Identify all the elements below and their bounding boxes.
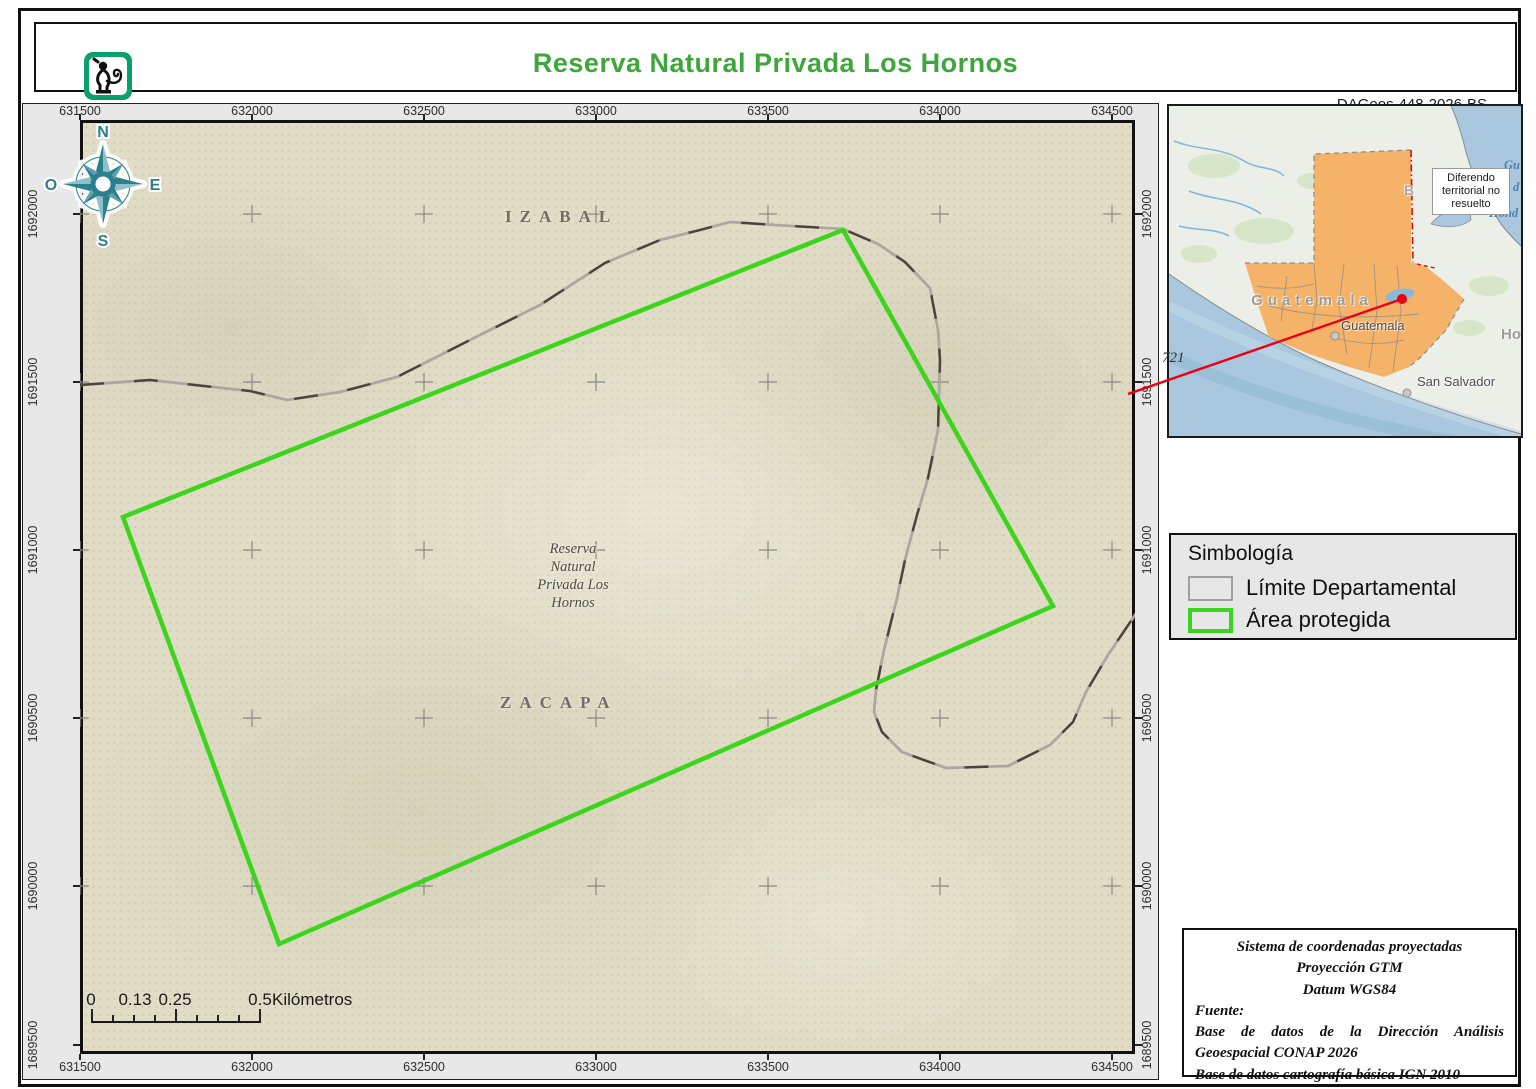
grid-label-left: 1690000: [26, 841, 40, 931]
compass-south-label: S: [98, 233, 109, 250]
grid-label-bottom: 634000: [895, 1060, 985, 1074]
protected-area-swatch: [1188, 608, 1233, 633]
scale-bar-tick: [196, 1015, 198, 1021]
grid-tick: [595, 114, 597, 120]
grid-tick: [767, 114, 769, 120]
grid-tick: [1135, 549, 1142, 551]
scale-bar-tick: [112, 1015, 114, 1021]
scale-bar-tick: [175, 1009, 177, 1021]
grid-label-left: 1690500: [26, 673, 40, 763]
scale-bar: [91, 1021, 261, 1023]
source-line-2: Base de datos cartografía básica IGN 201…: [1195, 1065, 1504, 1086]
grid-tick: [73, 885, 80, 887]
grid-label-right: 1690500: [1140, 673, 1154, 763]
grid-tick: [1135, 717, 1142, 719]
note-line: territorial no: [1434, 185, 1508, 198]
grid-label-bottom: 633000: [551, 1060, 641, 1074]
grid-label-left: 1692000: [26, 169, 40, 259]
inset-belize-fragment: B: [1404, 182, 1414, 198]
grid-label-right: 1691500: [1140, 337, 1154, 427]
grid-label-right: 1691000: [1140, 505, 1154, 595]
grid-tick: [939, 1054, 941, 1060]
grid-tick: [1111, 1054, 1113, 1060]
inset-san-salvador-dot: [1403, 389, 1411, 397]
grid-tick: [1135, 1044, 1142, 1046]
grid-label-bottom: 632000: [207, 1060, 297, 1074]
region-label-zacapa: ZACAPA: [500, 693, 618, 713]
scale-bar-tick: [154, 1015, 156, 1021]
legend-item-label: Límite Departamental: [1246, 575, 1456, 601]
datum-line: Datum WGS84: [1195, 980, 1504, 1001]
compass-rose: N E S O: [33, 114, 173, 254]
inset-road-number: 721: [1162, 350, 1185, 367]
grid-label-right: 1692000: [1140, 169, 1154, 259]
grid-tick: [251, 1054, 253, 1060]
inset-guatemala-city-dot: [1331, 332, 1339, 340]
grid-tick: [73, 381, 80, 383]
inset-city-label: San Salvador: [1417, 374, 1495, 389]
reserve-label-line: Privada Los: [500, 576, 646, 594]
grid-tick: [73, 213, 80, 215]
inset-country-label: Guatemala: [1227, 292, 1397, 309]
scale-bar-tick: [217, 1015, 219, 1021]
grid-tick: [423, 114, 425, 120]
grid-tick: [1135, 381, 1142, 383]
grid-label-right: 1690000: [1140, 841, 1154, 931]
inset-locator-map: Guatemala Guatemala San Salvador Ho B Gu…: [1167, 104, 1523, 438]
grid-tick: [423, 1054, 425, 1060]
reserve-label-line: Natural: [500, 558, 646, 576]
grid-tick: [595, 1054, 597, 1060]
compass-east-label: E: [150, 177, 161, 194]
grid-label-left: 1689500: [26, 1000, 40, 1089]
scale-bar-tick: [259, 1009, 261, 1021]
note-line: Diferendo: [1434, 172, 1508, 185]
scale-bar-tick: [91, 1009, 93, 1021]
grid-tick: [251, 114, 253, 120]
coordinate-system-line: Sistema de coordenadas proyectadas: [1195, 937, 1504, 958]
grid-label-left: 1691500: [26, 337, 40, 427]
grid-tick: [73, 549, 80, 551]
reserve-label-line: Reserva: [500, 540, 646, 558]
legend: Simbología Límite Departamental Área pro…: [1169, 533, 1517, 640]
source-line-1: Base de datos de la Dirección Análisis G…: [1195, 1022, 1504, 1065]
grid-tick: [1135, 885, 1142, 887]
page-title: Reserva Natural Privada Los Hornos: [36, 48, 1515, 79]
legend-item-label: Área protegida: [1246, 607, 1390, 633]
map-metadata-box: Sistema de coordenadas proyectadas Proye…: [1182, 928, 1517, 1077]
departmental-boundary-swatch: [1188, 576, 1233, 601]
source-heading: Fuente:: [1195, 1001, 1504, 1022]
grid-tick: [939, 114, 941, 120]
map-document-page: CONAP Reserva Natural Privada Los Hornos…: [0, 0, 1536, 1089]
compass-north-label: N: [97, 124, 109, 141]
region-label-izabal: IZABAL: [505, 207, 618, 227]
reserve-label-line: Hornos: [500, 594, 646, 612]
legend-title: Simbología: [1188, 542, 1293, 566]
inset-honduras-fragment: Ho: [1501, 326, 1521, 343]
grid-tick: [79, 1054, 81, 1060]
grid-label-bottom: 631500: [35, 1060, 125, 1074]
inset-sea-fragment: d: [1513, 180, 1519, 195]
scale-bar-tick: [133, 1015, 135, 1021]
grid-tick: [1135, 213, 1142, 215]
grid-tick: [767, 1054, 769, 1060]
grid-tick: [73, 717, 80, 719]
grid-tick: [1111, 114, 1113, 120]
scale-label-025: 0.25: [145, 990, 205, 1010]
grid-label-right: 1689500: [1140, 1000, 1154, 1089]
grid-label-bottom: 632500: [379, 1060, 469, 1074]
inset-capital-label: Guatemala: [1341, 318, 1405, 333]
grid-label-left: 1691000: [26, 505, 40, 595]
territorial-note-box: Diferendo territorial no resuelto: [1432, 168, 1510, 215]
compass-west-label: O: [45, 177, 57, 194]
scale-unit-label: Kilómetros: [272, 990, 352, 1010]
header: CONAP Reserva Natural Privada Los Hornos…: [34, 22, 1517, 92]
grid-tick: [79, 114, 81, 120]
note-line: resuelto: [1434, 198, 1508, 211]
grid-tick: [73, 1044, 80, 1046]
projection-line: Proyección GTM: [1195, 958, 1504, 979]
grid-label-bottom: 633500: [723, 1060, 813, 1074]
scale-bar-tick: [238, 1015, 240, 1021]
reserve-name-label: Reserva Natural Privada Los Hornos: [500, 540, 646, 612]
